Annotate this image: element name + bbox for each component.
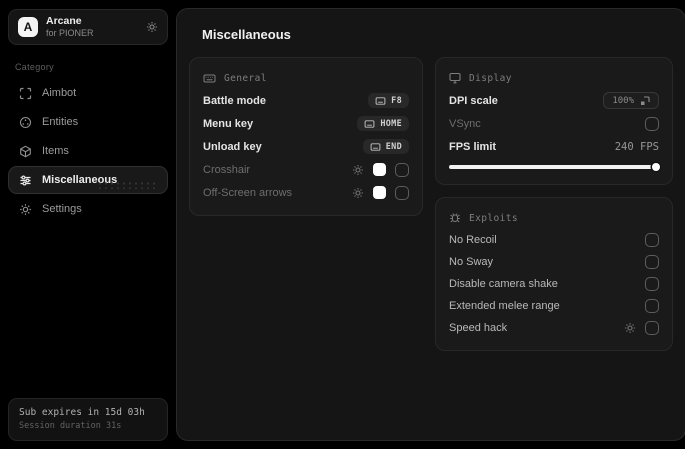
category-label: Category — [15, 62, 54, 72]
slider-knob[interactable] — [652, 163, 660, 171]
right-column: Display DPI scale 100% VSync FPS limit 2… — [435, 57, 673, 351]
keyboard-icon — [375, 96, 386, 105]
no-sway-checkbox[interactable] — [645, 255, 659, 269]
exploits-card: Exploits No Recoil No Sway Disable camer… — [435, 197, 673, 351]
setting-row-disable-camera-shake: Disable camera shake — [449, 273, 659, 295]
sliders-icon — [19, 174, 32, 187]
brand-card: A Arcane for PIONER — [8, 9, 168, 45]
setting-row-vsync: VSync — [449, 112, 659, 135]
subscription-info: Sub expires in 15d 03h Session duration … — [8, 398, 168, 441]
session-duration-text: Session duration 31s — [19, 421, 122, 432]
vsync-checkbox[interactable] — [645, 116, 659, 131]
setting-row-offscreen-arrows: Off-Screen arrows — [203, 181, 409, 204]
setting-row-crosshair: Crosshair — [203, 158, 409, 181]
color-swatch[interactable] — [373, 186, 386, 199]
content-columns: General Battle mode F8 Menu key HOME Unl… — [189, 57, 673, 351]
sidebar-item-label: Settings — [42, 203, 82, 215]
setting-row-dpi-scale: DPI scale 100% — [449, 89, 659, 112]
sidebar-item-label: Items — [42, 145, 69, 157]
app-logo: A — [18, 17, 38, 37]
keybind-button[interactable]: F8 — [368, 93, 409, 108]
setting-label: Menu key — [203, 117, 254, 130]
crosshair-checkbox[interactable] — [395, 162, 409, 177]
radar-icon — [19, 116, 32, 129]
setting-row-no-recoil: No Recoil — [449, 229, 659, 251]
dpi-scale-value: 100% — [612, 95, 634, 106]
monitor-icon — [449, 72, 461, 84]
general-card-header: General — [203, 67, 409, 89]
gear-icon[interactable] — [146, 21, 158, 33]
setting-row-speed-hack: Speed hack — [449, 317, 659, 339]
page-title: Miscellaneous — [202, 27, 291, 42]
display-card: Display DPI scale 100% VSync FPS limit 2… — [435, 57, 673, 185]
setting-label: FPS limit — [449, 140, 497, 153]
general-card: General Battle mode F8 Menu key HOME Unl… — [189, 57, 423, 216]
keybind-button[interactable]: END — [362, 139, 409, 154]
setting-label: DPI scale — [449, 94, 498, 107]
keyboard-icon — [370, 142, 381, 151]
setting-row-no-sway: No Sway — [449, 251, 659, 273]
bug-icon — [449, 212, 461, 224]
sidebar-item-miscellaneous[interactable]: Miscellaneous — [8, 166, 168, 194]
box-icon — [19, 145, 32, 158]
sub-expires-text: Sub expires in 15d 03h — [19, 407, 145, 418]
setting-row-menu-key: Menu key HOME — [203, 112, 409, 135]
sidebar-item-label: Aimbot — [42, 87, 77, 99]
scale-icon — [640, 95, 650, 106]
sidebar-item-aimbot[interactable]: Aimbot — [8, 79, 168, 107]
keyboard-icon — [203, 73, 216, 84]
setting-label: Disable camera shake — [449, 278, 558, 290]
offscreen-arrows-checkbox[interactable] — [395, 185, 409, 200]
gear-icon — [19, 203, 32, 216]
no-recoil-checkbox[interactable] — [645, 233, 659, 247]
setting-label: VSync — [449, 117, 481, 130]
sidebar-item-items[interactable]: Items — [8, 137, 168, 165]
setting-label: Unload key — [203, 140, 262, 153]
setting-label: Battle mode — [203, 94, 266, 107]
setting-label: Speed hack — [449, 322, 508, 334]
sidebar-item-label: Miscellaneous — [42, 174, 118, 186]
sidebar-nav: Aimbot Entities Items Miscellaneous Sett… — [8, 79, 168, 223]
keyboard-icon — [364, 119, 375, 128]
gear-icon[interactable] — [624, 322, 636, 334]
setting-label: Crosshair — [203, 163, 251, 176]
fps-limit-slider[interactable] — [449, 161, 660, 173]
dpi-scale-select[interactable]: 100% — [603, 92, 659, 109]
sidebar-item-entities[interactable]: Entities — [8, 108, 168, 136]
exploits-card-title: Exploits — [469, 212, 518, 224]
disable-camera-shake-checkbox[interactable] — [645, 277, 659, 291]
main-panel: Miscellaneous General Battle mode F8 Men… — [176, 8, 685, 441]
setting-label: No Recoil — [449, 234, 497, 246]
keybind-button[interactable]: HOME — [357, 116, 409, 131]
app-subtitle: for PIONER — [46, 27, 94, 38]
fps-limit-value: 240 FPS — [614, 140, 659, 153]
setting-row-extended-melee-range: Extended melee range — [449, 295, 659, 317]
setting-label: No Sway — [449, 256, 494, 268]
gear-icon[interactable] — [352, 187, 364, 199]
slider-track[interactable] — [449, 163, 660, 171]
setting-row-unload-key: Unload key END — [203, 135, 409, 158]
keybind-value: HOME — [380, 118, 402, 129]
setting-label: Off-Screen arrows — [203, 186, 293, 199]
exploits-card-header: Exploits — [449, 207, 659, 229]
gear-icon[interactable] — [352, 164, 364, 176]
setting-row-fps-limit: FPS limit 240 FPS — [449, 135, 659, 158]
sidebar-item-label: Entities — [42, 116, 79, 128]
setting-label: Extended melee range — [449, 300, 560, 312]
setting-row-battle-mode: Battle mode F8 — [203, 89, 409, 112]
sidebar-item-settings[interactable]: Settings — [8, 195, 168, 223]
speed-hack-checkbox[interactable] — [645, 321, 659, 335]
sidebar: A Arcane for PIONER Category Aimbot Enti… — [0, 0, 176, 449]
keybind-value: END — [385, 141, 402, 152]
app-name: Arcane — [46, 14, 82, 27]
extended-melee-range-checkbox[interactable] — [645, 299, 659, 313]
color-swatch[interactable] — [373, 163, 386, 176]
display-card-title: Display — [469, 72, 512, 84]
display-card-header: Display — [449, 67, 659, 89]
keybind-value: F8 — [391, 95, 402, 106]
brand-text: Arcane for PIONER — [46, 15, 94, 39]
general-card-title: General — [224, 72, 267, 84]
scan-icon — [19, 87, 32, 100]
